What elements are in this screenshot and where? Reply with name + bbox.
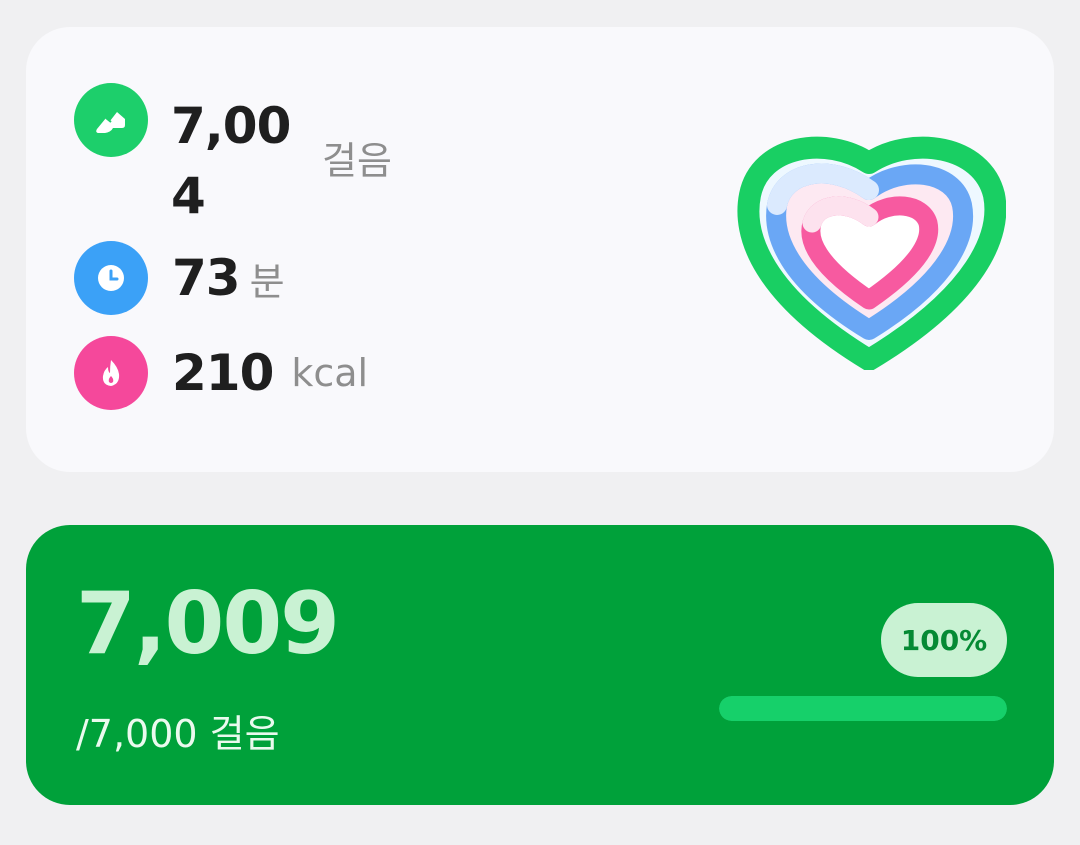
activity-summary-card[interactable]: 7,004 걸음 73 분 210 kcal xyxy=(26,27,1054,472)
shoe-icon xyxy=(96,112,125,133)
step-goal-card[interactable]: 7,009 /7,000 걸음 100% xyxy=(26,525,1054,805)
active-time-value: 73 xyxy=(172,249,241,307)
steps-value: 7,004 xyxy=(171,97,291,225)
calories-row: 210 kcal xyxy=(74,336,368,410)
goal-step-count: 7,009 xyxy=(76,574,340,674)
calories-icon-circle xyxy=(74,336,148,410)
steps-icon-circle xyxy=(74,83,148,157)
goal-step-target: /7,000 걸음 xyxy=(76,712,280,756)
active-time-row: 73 분 xyxy=(74,241,285,315)
calories-unit: kcal xyxy=(291,351,369,395)
activity-heart-rings xyxy=(737,136,1006,370)
time-icon-circle xyxy=(74,241,148,315)
clock-icon xyxy=(98,265,124,291)
goal-percent-badge: 100% xyxy=(881,603,1007,677)
goal-progress-bar xyxy=(719,696,1007,721)
flame-icon xyxy=(102,360,120,386)
steps-unit: 걸음 xyxy=(322,139,392,183)
goal-progress-fill xyxy=(719,696,1007,721)
calories-value: 210 xyxy=(172,344,274,402)
active-time-unit: 분 xyxy=(249,259,285,304)
